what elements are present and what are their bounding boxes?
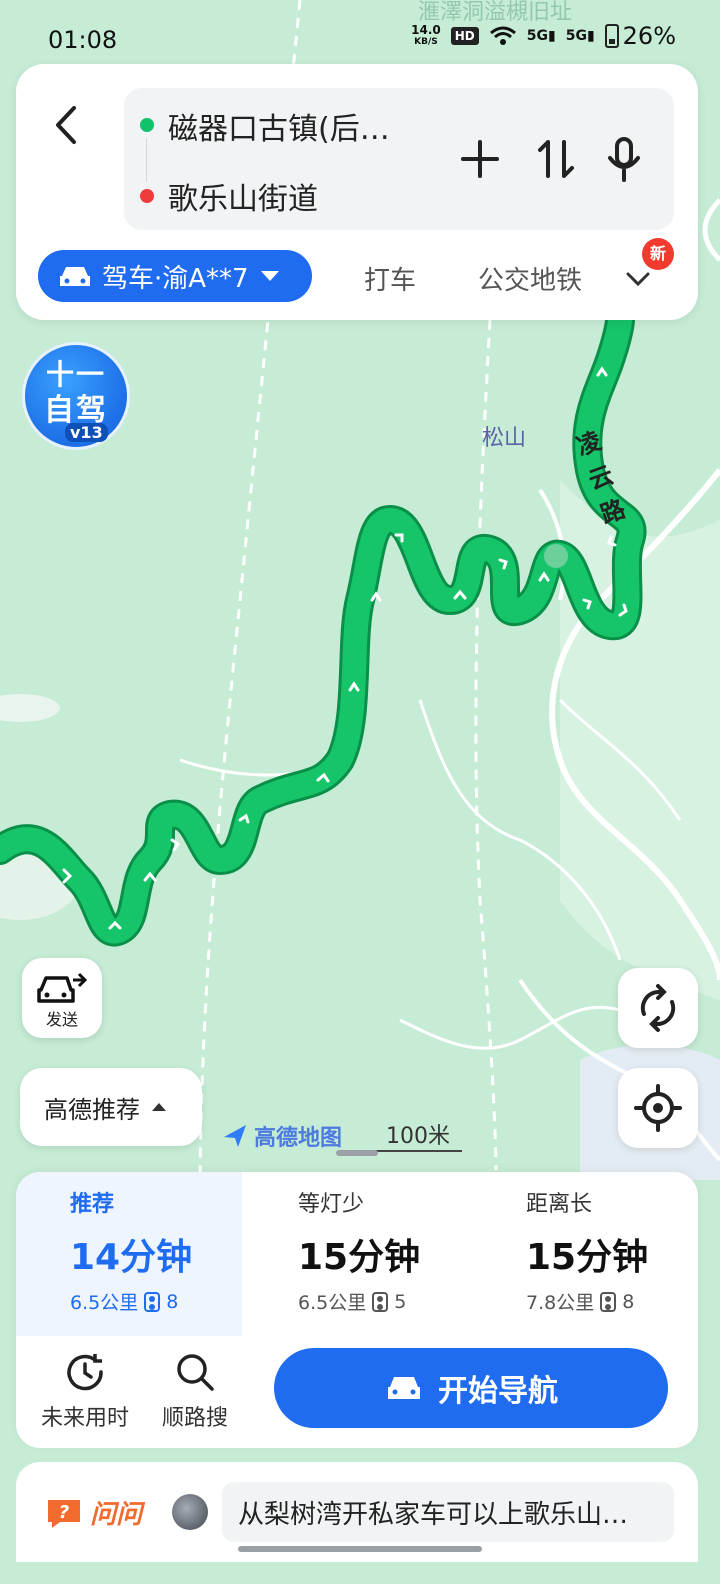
traffic-light-icon	[600, 1291, 617, 1312]
amap-logo-icon	[224, 1125, 246, 1147]
route-option-distance: 6.5公里	[298, 1292, 367, 1314]
locate-me-button[interactable]	[618, 1068, 698, 1148]
cell-signal-2-label: 5G	[565, 28, 587, 44]
start-navigation-button[interactable]: 开始导航	[274, 1348, 668, 1428]
route-options-panel: 推荐 14分钟 6.5公里 8 等灯少 15分钟 6.5公里 5 距离长 15分…	[16, 1172, 698, 1448]
tab-driving[interactable]: 驾车·渝A**7	[38, 250, 312, 302]
route-option-name: 距离长	[526, 1192, 593, 1217]
ask-question[interactable]: 从梨树湾开私家车可以上歌乐山…	[222, 1482, 674, 1542]
refresh-route-button[interactable]	[618, 968, 698, 1048]
battery-icon	[604, 24, 619, 48]
battery-indicator: 26%	[604, 22, 676, 50]
cell-signal-1-icon: 5G▮	[526, 28, 556, 44]
driving-plate-label: 驾车·渝A**7	[102, 263, 249, 294]
car-icon	[388, 1377, 420, 1399]
car-send-icon	[37, 972, 87, 1003]
locate-icon	[634, 1084, 682, 1132]
route-option-duration: 15分钟	[526, 1237, 649, 1278]
route-option-meta: 6.5公里 8	[70, 1288, 178, 1315]
destination-field[interactable]: 歌乐山街道	[168, 174, 318, 218]
route-option-meta: 6.5公里 5	[298, 1288, 406, 1315]
route-option-duration: 14分钟	[70, 1237, 193, 1278]
swap-route-icon[interactable]	[534, 134, 578, 184]
clock: 01:08	[48, 26, 118, 54]
status-icons: 14.0 KB/S HD 5G▮ 5G▮ 26%	[411, 22, 676, 50]
future-time-label: 未来用时	[40, 1406, 129, 1431]
microphone-icon[interactable]	[602, 134, 646, 184]
route-input-box: 磁器口古镇(后… 歌乐山街道	[124, 88, 674, 230]
route-option-meta: 7.8公里 8	[526, 1288, 634, 1315]
cell-signal-1-label: 5G	[526, 28, 548, 44]
route-option-duration: 15分钟	[298, 1237, 421, 1278]
cell-signal-2-icon: 5G▮	[565, 28, 595, 44]
chevron-down-icon	[260, 271, 279, 281]
wifi-icon	[489, 26, 516, 45]
home-indicator[interactable]	[238, 1546, 482, 1552]
clock-future-icon	[67, 1354, 103, 1391]
route-connector-line	[146, 138, 147, 182]
route-preference-dropdown[interactable]: 高德推荐	[20, 1068, 202, 1146]
route-option-fewer-lights[interactable]: 等灯少 15分钟 6.5公里 5	[244, 1172, 470, 1336]
chevron-up-icon	[152, 1103, 166, 1111]
map-brand-text: 高德地图	[254, 1126, 343, 1151]
holiday-self-drive-badge[interactable]: 十一 自驾 v13	[22, 342, 130, 450]
travel-mode-tabs: 驾车·渝A**7 打车 公交地铁 新	[38, 238, 688, 302]
route-option-longer[interactable]: 距离长 15分钟 7.8公里 8	[472, 1172, 698, 1336]
battery-percent: 26%	[622, 22, 676, 50]
traffic-light-icon	[144, 1291, 161, 1312]
along-route-search-label: 顺路搜	[161, 1406, 228, 1431]
add-waypoint-icon[interactable]	[458, 134, 502, 184]
more-modes-dropdown[interactable]: 新	[626, 238, 674, 302]
start-point-dot	[140, 118, 154, 132]
search-icon	[177, 1354, 214, 1391]
panel-drag-handle[interactable]	[336, 1150, 378, 1156]
route-preference-label: 高德推荐	[44, 1095, 140, 1124]
map-scale-bar: 100米	[374, 1118, 462, 1152]
ask-brand-text: 问问	[90, 1500, 143, 1530]
route-option-recommended[interactable]: 推荐 14分钟 6.5公里 8	[16, 1172, 242, 1336]
avatar	[172, 1494, 208, 1530]
network-speed-unit: KB/S	[414, 37, 438, 47]
back-arrow-icon[interactable]	[46, 100, 86, 150]
hd-voice-icon: HD	[450, 27, 479, 45]
ask-brand: ? 问问	[44, 1494, 142, 1531]
car-icon	[60, 267, 90, 286]
route-option-lights: 8	[166, 1290, 179, 1313]
network-speed: 14.0 KB/S	[411, 24, 441, 48]
tab-taxi[interactable]: 打车	[364, 260, 416, 297]
along-route-search-button[interactable]: 顺路搜	[140, 1348, 250, 1438]
traffic-light-icon	[372, 1291, 389, 1312]
route-option-lights: 5	[394, 1290, 407, 1313]
status-bar: 01:08 14.0 KB/S HD 5G▮ 5G▮ 26%	[0, 0, 720, 70]
route-search-card: 磁器口古镇(后… 歌乐山街道 驾车·渝A**7 打车 公交地铁 新	[16, 64, 698, 320]
holiday-badge-version: v13	[65, 423, 108, 442]
route-option-distance: 6.5公里	[70, 1292, 139, 1314]
send-to-car-button[interactable]: 发送	[22, 958, 102, 1038]
new-badge: 新	[642, 238, 674, 270]
svg-text:?: ?	[59, 1502, 69, 1523]
refresh-icon	[640, 984, 676, 1032]
map-brand-logo: 高德地图	[220, 1120, 342, 1152]
poi-label[interactable]: 松山	[482, 420, 526, 452]
end-point-dot	[140, 189, 154, 203]
send-label: 发送	[45, 1010, 78, 1029]
question-bubble-icon: ?	[48, 1499, 80, 1528]
route-option-distance: 7.8公里	[526, 1292, 595, 1314]
origin-field[interactable]: 磁器口古镇(后…	[168, 104, 390, 148]
route-option-name: 推荐	[70, 1192, 115, 1217]
tab-transit[interactable]: 公交地铁	[478, 260, 582, 297]
start-navigation-label: 开始导航	[438, 1374, 558, 1409]
route-option-lights: 8	[622, 1290, 635, 1313]
future-time-button[interactable]: 未来用时	[30, 1348, 140, 1438]
route-option-name: 等灯少	[298, 1192, 365, 1217]
faded-top-label: 滙澤洞溢槻旧址	[418, 0, 573, 25]
